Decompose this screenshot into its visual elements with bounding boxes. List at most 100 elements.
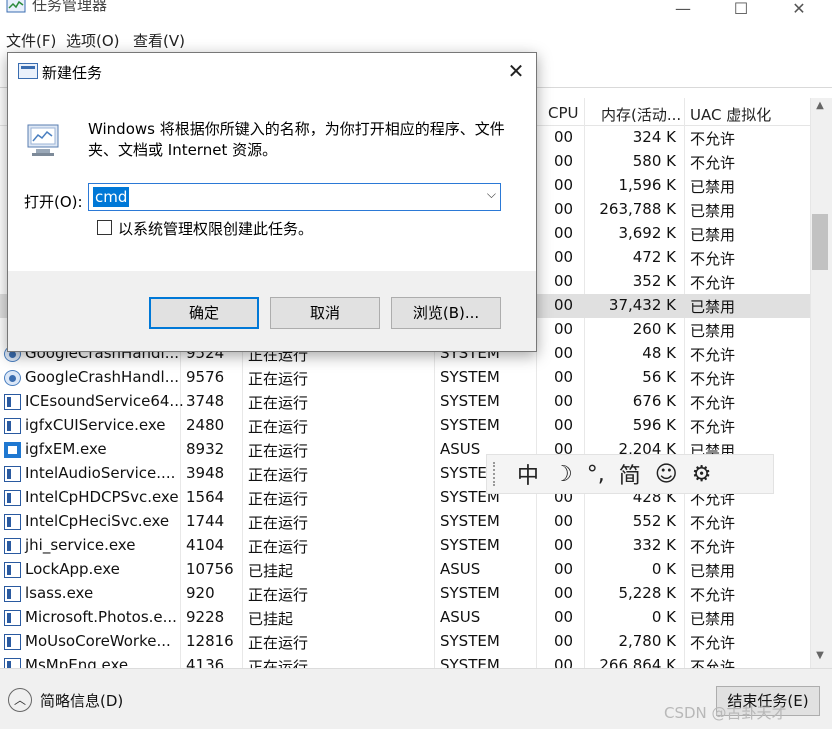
- cell-memory: 5,228 K: [618, 584, 676, 602]
- table-row[interactable]: MoUsoCoreWorke... 12816 正在运行 SYSTEM 00 2,780 …: [0, 630, 810, 654]
- process-icon: [4, 610, 21, 626]
- cell-cpu: 00: [554, 416, 574, 434]
- menu-bar: 文件(F) 选项(O) 查看(V): [0, 28, 832, 52]
- cell-pid: 1564: [186, 488, 225, 506]
- cell-cpu: 00: [554, 632, 574, 650]
- close-window-button[interactable]: ✕: [776, 0, 822, 22]
- open-input-value[interactable]: cmd: [93, 187, 130, 207]
- ime-drag-handle[interactable]: [493, 462, 503, 486]
- script-toggle[interactable]: 简: [619, 458, 641, 490]
- cell-user: SYSTEM: [440, 368, 500, 386]
- cell-uac: 不允许: [690, 130, 736, 148]
- cell-status: 正在运行: [248, 442, 309, 460]
- google-icon: [4, 370, 21, 386]
- cell-cpu: 00: [554, 272, 574, 290]
- cell-uac: 已禁用: [690, 178, 736, 196]
- cell-user: ASUS: [440, 608, 481, 626]
- cell-cpu: 00: [554, 536, 574, 554]
- cell-uac: 已禁用: [690, 298, 736, 316]
- cell-memory: 552 K: [632, 512, 676, 530]
- cell-pid: 10756: [186, 560, 234, 578]
- cell-cpu: 00: [554, 320, 574, 338]
- ok-button[interactable]: 确定: [149, 297, 259, 329]
- settings-gear-icon[interactable]: ⚙: [692, 462, 712, 487]
- cell-uac: 已禁用: [690, 202, 736, 220]
- cell-cpu: 00: [554, 392, 574, 410]
- cancel-button[interactable]: 取消: [270, 297, 380, 329]
- dialog-title: 新建任务: [42, 64, 103, 82]
- cell-process-name: IntelCpHDCPSvc.exe: [25, 488, 179, 506]
- maximize-button[interactable]: ☐: [718, 0, 764, 22]
- cell-cpu: 00: [554, 608, 574, 626]
- table-row[interactable]: jhi_service.exe 4104 正在运行 SYSTEM 00 332 K 不允许: [0, 534, 810, 558]
- cell-user: SYSTEM: [440, 512, 500, 530]
- process-icon: [4, 586, 21, 602]
- cell-memory: 260 K: [632, 320, 676, 338]
- table-row[interactable]: Microsoft.Photos.e... 9228 已挂起 ASUS 00 0 K 已禁用: [0, 606, 810, 630]
- table-row[interactable]: GoogleCrashHandl... 9576 正在运行 SYSTEM 00 56 K 不…: [0, 366, 810, 390]
- cell-process-name: lsass.exe: [25, 584, 94, 602]
- menu-options[interactable]: 选项(O): [66, 30, 120, 51]
- minimize-button[interactable]: —: [660, 0, 706, 22]
- table-row[interactable]: ICEsoundService64... 3748 正在运行 SYSTEM 00 676 …: [0, 390, 810, 414]
- dialog-close-button[interactable]: ✕: [502, 57, 530, 85]
- scroll-up-icon[interactable]: ▲: [812, 100, 828, 116]
- admin-privileges-checkbox[interactable]: [97, 220, 112, 235]
- table-row[interactable]: lsass.exe 920 正在运行 SYSTEM 00 5,228 K 不允许: [0, 582, 810, 606]
- cell-memory: 332 K: [632, 536, 676, 554]
- emoji-icon[interactable]: ☺: [655, 462, 678, 487]
- chevron-down-icon[interactable]: ⌵: [487, 187, 496, 202]
- cell-cpu: 00: [554, 368, 574, 386]
- task-manager-app-icon: [6, 0, 26, 13]
- close-icon: ✕: [507, 59, 525, 83]
- menu-view[interactable]: 查看(V): [133, 30, 185, 51]
- column-header-uac[interactable]: UAC 虚拟化: [690, 104, 771, 125]
- cell-pid: 12816: [186, 632, 234, 650]
- column-header-memory[interactable]: 内存(活动...: [601, 104, 681, 125]
- cell-memory: 0 K: [651, 560, 676, 578]
- scrollbar-thumb[interactable]: [812, 214, 828, 270]
- table-row[interactable]: LockApp.exe 10756 已挂起 ASUS 00 0 K 已禁用: [0, 558, 810, 582]
- run-program-icon: [27, 124, 59, 156]
- cell-status: 正在运行: [248, 586, 309, 604]
- process-icon: [4, 490, 21, 506]
- cell-memory: 676 K: [632, 392, 676, 410]
- cell-memory: 324 K: [632, 128, 676, 146]
- cell-status: 已挂起: [248, 562, 294, 580]
- cell-uac: 不允许: [690, 346, 736, 364]
- fewer-details-link[interactable]: 简略信息(D): [40, 690, 123, 711]
- cell-pid: 4104: [186, 536, 225, 554]
- cell-status: 正在运行: [248, 634, 309, 652]
- open-combobox[interactable]: cmd ⌵: [88, 183, 501, 211]
- cell-status: 正在运行: [248, 370, 309, 388]
- cell-memory: 596 K: [632, 416, 676, 434]
- cell-pid: 920: [186, 584, 215, 602]
- cell-user: ASUS: [440, 560, 481, 578]
- cell-uac: 不允许: [690, 154, 736, 172]
- cell-cpu: 00: [554, 224, 574, 242]
- cell-cpu: 00: [554, 152, 574, 170]
- process-icon: [4, 634, 21, 650]
- chevron-up-icon[interactable]: ︿: [8, 688, 32, 712]
- cell-memory: 48 K: [642, 344, 676, 362]
- process-icon: [4, 466, 21, 482]
- column-header-cpu[interactable]: CPU: [548, 104, 579, 122]
- cell-uac: 已禁用: [690, 226, 736, 244]
- scroll-down-icon[interactable]: ▼: [812, 650, 828, 666]
- cell-process-name: jhi_service.exe: [25, 536, 136, 554]
- cell-process-name: igfxCUIService.exe: [25, 416, 166, 434]
- browse-button[interactable]: 浏览(B)...: [391, 297, 501, 329]
- cell-memory: 580 K: [632, 152, 676, 170]
- admin-privileges-label[interactable]: 以系统管理权限创建此任务。: [118, 218, 313, 239]
- table-row[interactable]: IntelCpHeciSvc.exe 1744 正在运行 SYSTEM 00 552 K 不…: [0, 510, 810, 534]
- cell-memory: 263,788 K: [599, 200, 676, 218]
- table-row[interactable]: igfxCUIService.exe 2480 正在运行 SYSTEM 00 596 K 不…: [0, 414, 810, 438]
- cell-process-name: IntelCpHeciSvc.exe: [25, 512, 170, 530]
- cell-memory: 352 K: [632, 272, 676, 290]
- moon-icon[interactable]: ☽: [553, 462, 573, 487]
- menu-file[interactable]: 文件(F): [6, 30, 56, 51]
- ime-mode-toggle[interactable]: 中: [517, 458, 539, 490]
- cell-process-name: Microsoft.Photos.e...: [25, 608, 177, 626]
- vertical-scrollbar[interactable]: [810, 98, 832, 668]
- punctuation-toggle[interactable]: °,: [587, 462, 605, 487]
